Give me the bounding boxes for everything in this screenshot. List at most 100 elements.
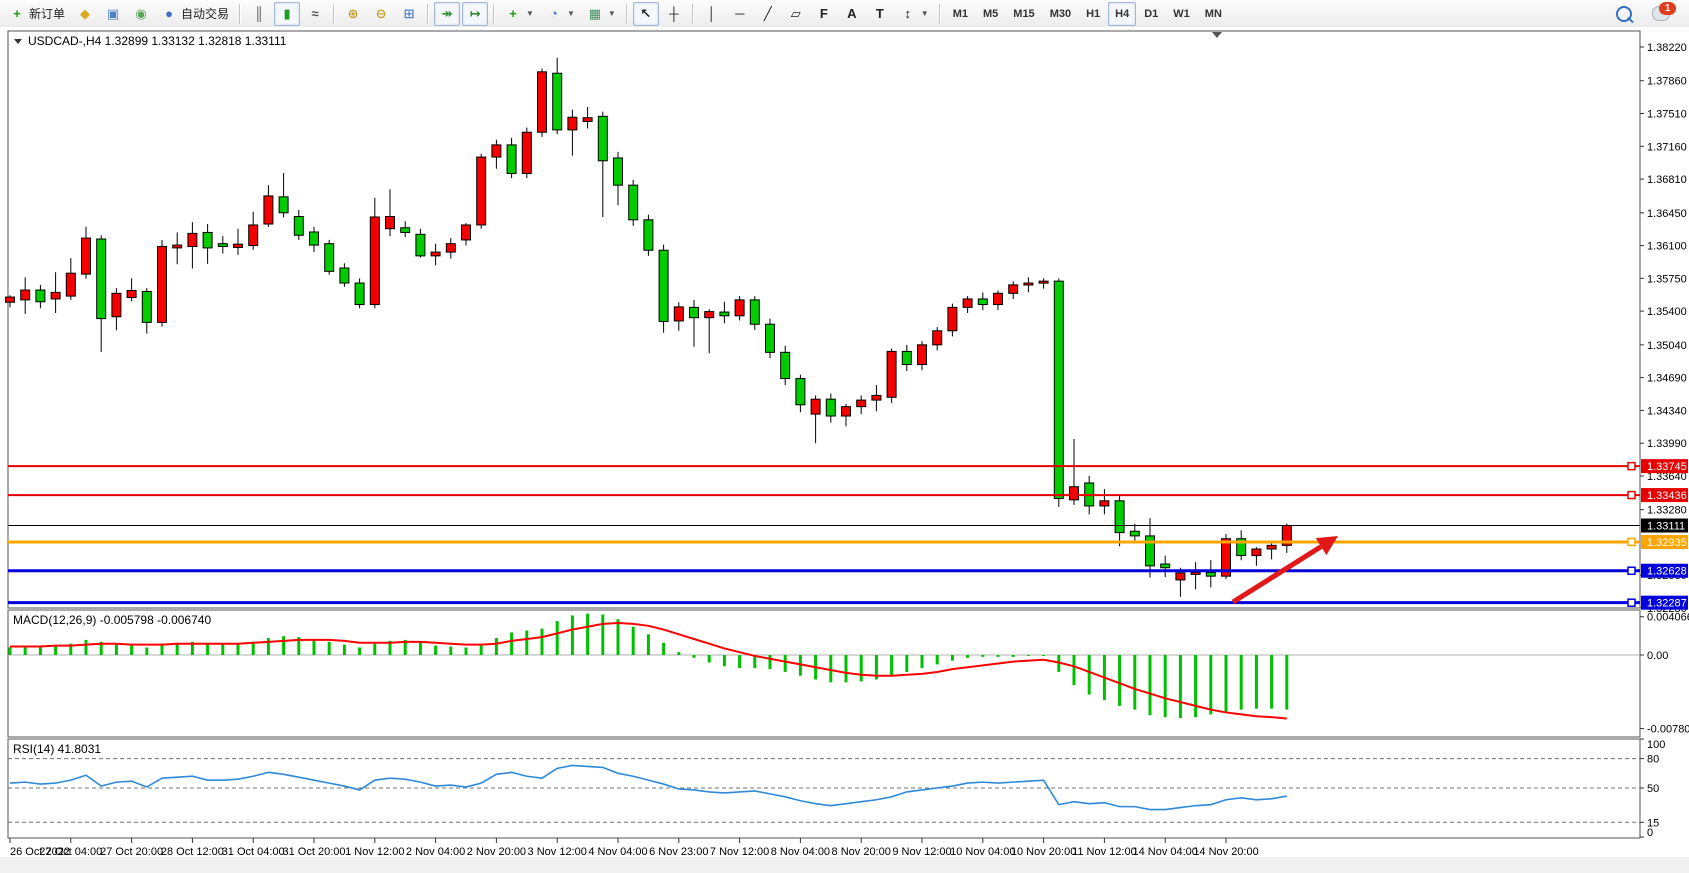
add-indicator-button[interactable]: +▼	[500, 2, 539, 26]
svg-text:1.32935: 1.32935	[1647, 537, 1687, 549]
svg-text:1.34690: 1.34690	[1647, 373, 1687, 385]
zoom-in-button[interactable]: ⊕	[340, 2, 366, 26]
price-panel	[8, 31, 1640, 608]
notifications-button[interactable]: 1	[1647, 2, 1675, 26]
autotrading-button-label: 自动交易	[181, 5, 229, 22]
timeframe-w1[interactable]: W1	[1166, 2, 1197, 26]
fibonacci-icon: F	[816, 6, 832, 22]
svg-text:1.35040: 1.35040	[1647, 340, 1687, 352]
text-label-icon: T	[872, 6, 888, 22]
svg-text:8 Nov 20:00: 8 Nov 20:00	[832, 846, 891, 858]
macd-panel	[8, 610, 1640, 737]
timeframe-mn[interactable]: MN	[1198, 2, 1229, 26]
svg-text:1 Nov 12:00: 1 Nov 12:00	[345, 846, 404, 858]
price-chart[interactable]: 1.382201.378601.375101.371601.368101.364…	[0, 27, 1689, 868]
svg-text:1.34340: 1.34340	[1647, 405, 1687, 417]
autotrading-icon: ●	[161, 6, 177, 22]
trendline-button[interactable]: ╱	[755, 2, 781, 26]
timeframe-m15[interactable]: M15	[1006, 2, 1041, 26]
vertical-line-icon: │	[704, 6, 720, 22]
timeframe-m30[interactable]: M30	[1043, 2, 1078, 26]
svg-text:10 Nov 04:00: 10 Nov 04:00	[950, 846, 1015, 858]
svg-text:1.36810: 1.36810	[1647, 174, 1687, 186]
market-watch-icon: ◆	[77, 6, 93, 22]
fibonacci-button[interactable]: F	[811, 2, 837, 26]
hline-handle[interactable]	[1628, 538, 1635, 545]
line-chart-button[interactable]: ≈	[302, 2, 328, 26]
autotrading-button[interactable]: ●自动交易	[156, 2, 234, 26]
chart-window[interactable]: 1.382201.378601.375101.371601.368101.364…	[0, 27, 1689, 868]
chevron-down-icon: ▼	[526, 9, 534, 18]
svg-text:1.36100: 1.36100	[1647, 241, 1687, 253]
tile-windows-icon: ⊞	[401, 6, 417, 22]
candlestick-icon: ▮	[279, 6, 295, 22]
alerts-button[interactable]: ◉	[128, 2, 154, 26]
hline-handle[interactable]	[1628, 463, 1635, 470]
svg-text:1.33280: 1.33280	[1647, 505, 1687, 517]
candlestick-button[interactable]: ▮	[274, 2, 300, 26]
timeframe-h1[interactable]: H1	[1079, 2, 1107, 26]
svg-text:1.33111: 1.33111	[1647, 521, 1685, 533]
indicator-plus-icon: +	[505, 6, 521, 22]
periods-button[interactable]: ◔▼	[541, 2, 580, 26]
svg-text:2 Nov 20:00: 2 Nov 20:00	[467, 846, 526, 858]
toolbar-buttons: +新订单◆▣◉●自动交易║▮≈⊕⊖⊞↠↦+▼◔▼▦▼↖┼│─╱▱FAT↕▼	[4, 2, 944, 26]
templates-button[interactable]: ▦▼	[582, 2, 621, 26]
chart-shift-button[interactable]: ↦	[462, 2, 488, 26]
auto-scroll-button[interactable]: ↠	[434, 2, 460, 26]
svg-text:1.33436: 1.33436	[1647, 490, 1687, 502]
svg-text:0: 0	[1647, 827, 1653, 839]
sound-icon: ◉	[133, 6, 149, 22]
toolbar-separator	[939, 4, 941, 24]
chevron-down-icon: ▼	[608, 9, 616, 18]
arrows-button[interactable]: ↕▼	[895, 2, 934, 26]
chevron-down-icon: ▼	[567, 9, 575, 18]
hline-handle[interactable]	[1628, 492, 1635, 499]
tile-windows-button[interactable]: ⊞	[396, 2, 422, 26]
arrow-objects-icon: ↕	[900, 6, 916, 22]
new-order-button[interactable]: +新订单	[4, 2, 70, 26]
text-button[interactable]: A	[839, 2, 865, 26]
horizontal-line-icon: ─	[732, 6, 748, 22]
svg-text:1.33990: 1.33990	[1647, 438, 1687, 450]
timeframe-d1[interactable]: D1	[1137, 2, 1165, 26]
cursor-icon: ↖	[638, 6, 654, 22]
market-watch-button[interactable]: ◆	[72, 2, 98, 26]
svg-text:27 Oct 04:00: 27 Oct 04:00	[39, 846, 102, 858]
svg-text:11 Nov 12:00: 11 Nov 12:00	[1072, 846, 1137, 858]
svg-text:4 Nov 04:00: 4 Nov 04:00	[588, 846, 647, 858]
navigator-button[interactable]: ▣	[100, 2, 126, 26]
svg-text:14 Nov 04:00: 14 Nov 04:00	[1132, 846, 1197, 858]
trendline-icon: ╱	[760, 6, 776, 22]
toolbar-separator	[333, 4, 335, 24]
svg-text:1.37860: 1.37860	[1647, 76, 1687, 88]
vertical-line-button[interactable]: │	[699, 2, 725, 26]
timeframe-m1[interactable]: M1	[946, 2, 975, 26]
timeframe-m5[interactable]: M5	[976, 2, 1005, 26]
bar-chart-button[interactable]: ║	[246, 2, 272, 26]
new-order-icon: +	[9, 6, 25, 22]
svg-text:31 Oct 04:00: 31 Oct 04:00	[222, 846, 285, 858]
crosshair-button[interactable]: ┼	[661, 2, 687, 26]
svg-text:0.004066: 0.004066	[1647, 612, 1689, 624]
svg-text:31 Oct 20:00: 31 Oct 20:00	[283, 846, 346, 858]
auto-scroll-icon: ↠	[439, 6, 455, 22]
svg-text:50: 50	[1647, 783, 1659, 795]
timeframe-h4[interactable]: H4	[1108, 2, 1136, 26]
svg-text:27 Oct 20:00: 27 Oct 20:00	[100, 846, 163, 858]
svg-text:80: 80	[1647, 754, 1659, 766]
search-button[interactable]	[1611, 2, 1637, 26]
zoom-out-button[interactable]: ⊖	[368, 2, 394, 26]
rsi-label: RSI(14) 41.8031	[13, 742, 101, 756]
hline-handle[interactable]	[1628, 567, 1635, 574]
text-label-button[interactable]: T	[867, 2, 893, 26]
horizontal-line-button[interactable]: ─	[727, 2, 753, 26]
channel-button[interactable]: ▱	[783, 2, 809, 26]
timeframe-buttons: M1M5M15M30H1H4D1W1MN	[946, 2, 1229, 26]
chevron-down-icon: ▼	[921, 9, 929, 18]
hline-handle[interactable]	[1628, 599, 1635, 606]
cursor-button[interactable]: ↖	[633, 2, 659, 26]
text-icon: A	[844, 6, 860, 22]
svg-text:9 Nov 12:00: 9 Nov 12:00	[892, 846, 951, 858]
svg-text:1.32287: 1.32287	[1647, 598, 1687, 610]
